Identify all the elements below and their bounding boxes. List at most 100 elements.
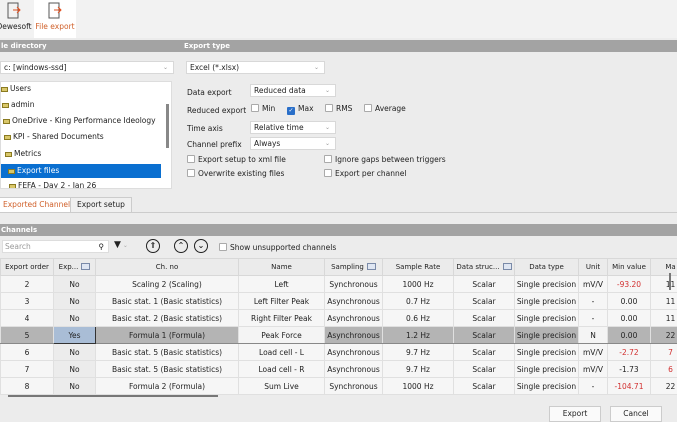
chevron-down-icon: ⌄ [325,122,330,133]
cell-export-order: 3 [1,293,54,310]
column-header-sample-rate[interactable]: Sample Rate [383,259,454,276]
column-header-unit[interactable]: Unit [579,259,608,276]
cell-sampling: Asynchronous [325,344,383,361]
cell-exported[interactable]: No [54,361,96,378]
cell-sampling: Synchronous [325,276,383,293]
directory-tree[interactable]: Users admin OneDrive - King Performance … [0,81,172,189]
tree-item-kpi[interactable]: KPI - Shared Documents [4,130,104,144]
average-checkbox[interactable]: Average [364,104,406,113]
tree-item-onedrive[interactable]: OneDrive - King Performance Ideology [3,114,156,128]
column-options-icon[interactable] [81,263,90,270]
cancel-button[interactable]: Cancel [610,406,662,422]
column-header-data-structure[interactable]: Data struc... [454,259,515,276]
time-axis-select[interactable]: Relative time⌄ [250,121,336,134]
cell-data-type: Single precision [515,310,579,327]
rms-checkbox[interactable]: RMS [325,104,352,113]
tab-exported-channels[interactable]: Exported Channels [0,197,81,212]
cell-channel-no: Basic stat. 5 (Basic statistics) [96,361,239,378]
tree-item-admin[interactable]: admin [2,98,35,112]
cell-channel-no: Formula 1 (Formula) [96,327,239,344]
check-icon: ✓ [287,107,295,115]
column-options-icon[interactable] [367,263,376,270]
table-row[interactable]: 4NoBasic stat. 2 (Basic statistics)Right… [1,310,677,327]
column-header-min-value[interactable]: Min value [608,259,651,276]
section-header: le directory Export type [0,40,677,52]
divider [0,212,677,213]
cell-exported[interactable]: No [54,276,96,293]
tab-export-setup[interactable]: Export setup [70,197,132,212]
min-checkbox[interactable]: Min [251,104,275,113]
cell-unit: mV/V [579,276,608,293]
filter-icon[interactable]: ▼ ⌄ [114,240,128,250]
show-unsupported-checkbox[interactable]: Show unsupported channels [219,243,336,252]
drive-select[interactable]: c: [windows-ssd]⌄ [0,61,174,74]
cell-exported[interactable]: No [54,310,96,327]
cell-exported[interactable]: No [54,344,96,361]
tree-item-metrics[interactable]: Metrics [5,147,41,161]
cell-sample-rate: 1.2 Hz [383,327,454,344]
column-header-export-order[interactable]: Export order [1,259,54,276]
file-export-icon [48,2,62,20]
folder-icon [9,184,16,189]
search-input[interactable]: Search⚲ [2,240,109,253]
move-up-button[interactable]: ⌃ [174,239,188,253]
ignore-gaps-checkbox[interactable]: Ignore gaps between triggers [324,155,446,164]
cell-export-order: 4 [1,310,54,327]
table-row[interactable]: 8NoFormula 2 (Formula)Sum LiveSynchronou… [1,378,677,395]
data-export-select[interactable]: Reduced data⌄ [250,84,336,97]
move-down-button[interactable]: ⌄ [194,239,208,253]
cell-exported[interactable]: No [54,293,96,310]
table-row[interactable]: 2NoScaling 2 (Scaling)LeftSynchronous100… [1,276,677,293]
column-header-channel-no[interactable]: Ch. no [96,259,239,276]
channel-prefix-label: Channel prefix [187,140,242,149]
move-top-button[interactable]: ⇑ [146,239,160,253]
checkbox [324,155,332,163]
cell-max-value: 11 [651,293,677,310]
cell-unit: - [579,378,608,395]
xml-checkbox[interactable]: Export setup to xml file [187,155,286,164]
cell-sample-rate: 0.7 Hz [383,293,454,310]
export-button[interactable]: Export [549,406,601,422]
table-row[interactable]: 7NoBasic stat. 5 (Basic statistics)Load … [1,361,677,378]
channel-prefix-select[interactable]: Always⌄ [250,137,336,150]
cell-data-structure: Scalar [454,378,515,395]
cell-sample-rate: 9.7 Hz [383,361,454,378]
folder-icon [1,87,8,92]
file-export-button[interactable]: File export [34,0,76,38]
cell-data-type: Single precision [515,276,579,293]
cell-export-order: 2 [1,276,54,293]
table-row[interactable]: 6NoBasic stat. 5 (Basic statistics)Load … [1,344,677,361]
cell-unit: - [579,310,608,327]
tree-item-export-files[interactable]: Export files [1,164,161,178]
table-row[interactable]: 3NoBasic stat. 1 (Basic statistics)Left … [1,293,677,310]
chevron-down-icon: ⌄ [163,62,168,73]
format-select[interactable]: Excel (*.xlsx)⌄ [186,61,325,74]
cell-data-structure: Scalar [454,293,515,310]
cell-name: Left [239,276,325,293]
tree-item-users[interactable]: Users [1,82,31,96]
overwrite-checkbox[interactable]: Overwrite existing files [187,169,284,178]
column-options-icon[interactable] [503,263,512,270]
cell-sample-rate: 9.7 Hz [383,344,454,361]
column-header-max-value[interactable]: Ma [651,259,677,276]
max-checkbox[interactable]: ✓Max [287,104,314,115]
cell-exported[interactable]: No [54,378,96,395]
column-header-data-type[interactable]: Data type [515,259,579,276]
per-channel-checkbox[interactable]: Export per channel [324,169,406,178]
cell-exported[interactable]: Yes [54,327,96,344]
column-header-name[interactable]: Name [239,259,325,276]
table-row[interactable]: 5YesFormula 1 (Formula)Peak ForceAsynchr… [1,327,677,344]
folder-icon [5,152,12,157]
cell-sampling: Asynchronous [325,293,383,310]
cell-data-type: Single precision [515,344,579,361]
cell-min-value: 0.00 [608,310,651,327]
chevron-down-icon: ⌄ [314,62,319,73]
horizontal-scrollbar[interactable] [8,395,218,397]
tree-item-fefa[interactable]: FEFA - Day 2 - Jan 26 [9,179,96,189]
tree-scrollbar[interactable] [166,104,169,148]
dewesoft-button[interactable]: Dewesoft [0,0,32,38]
cell-max-value: 6 [651,361,677,378]
column-header-exported[interactable]: Exp... [54,259,96,276]
column-header-sampling[interactable]: Sampling [325,259,383,276]
vertical-scrollbar[interactable] [669,273,671,290]
